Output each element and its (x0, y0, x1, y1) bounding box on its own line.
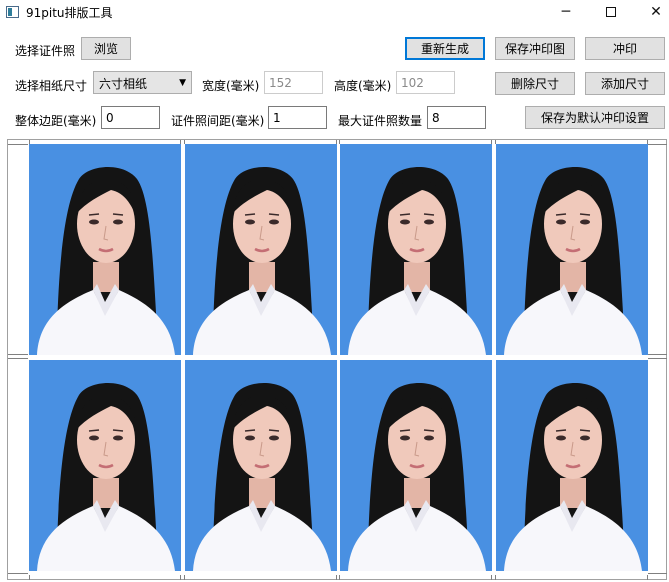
crop-mark (29, 575, 30, 580)
crop-mark (491, 575, 492, 580)
minimize-icon: ─ (561, 4, 571, 20)
crop-mark (8, 573, 28, 574)
window-title: 91pitu排版工具 (26, 6, 113, 20)
spacing-field[interactable] (268, 106, 327, 129)
maximize-button[interactable] (588, 0, 634, 24)
browse-button[interactable]: 浏览 (81, 37, 131, 60)
title-bar: 91pitu排版工具 ─ ✕ (0, 0, 669, 26)
add-size-button[interactable]: 添加尺寸 (585, 72, 665, 95)
paper-size-select[interactable]: 六寸相纸 ▼ (93, 71, 192, 94)
crop-mark (180, 140, 181, 144)
crop-mark (8, 354, 28, 355)
layout-preview (7, 139, 667, 580)
regenerate-button[interactable]: 重新生成 (405, 37, 485, 60)
save-default-settings-button[interactable]: 保存为默认冲印设置 (525, 106, 665, 129)
max-count-label: 最大证件照数量 (338, 114, 423, 128)
height-label: 高度(毫米) (334, 79, 392, 93)
spacing-label: 证件照间距(毫米) (171, 114, 265, 128)
crop-mark (180, 575, 181, 580)
id-photo (340, 144, 492, 355)
crop-mark (648, 358, 667, 359)
app-icon (6, 6, 19, 18)
paper-size-label: 选择相纸尺寸 (15, 79, 88, 93)
print-button[interactable]: 冲印 (585, 37, 665, 60)
crop-mark (647, 575, 648, 580)
crop-mark (339, 575, 340, 580)
id-photo (184, 359, 337, 571)
crop-mark (8, 358, 28, 359)
crop-mark (491, 140, 492, 144)
crop-mark (184, 575, 185, 580)
crop-mark (336, 575, 337, 580)
save-print-image-button[interactable]: 保存冲印图 (495, 37, 575, 60)
margin-field[interactable] (101, 106, 160, 129)
width-label: 宽度(毫米) (202, 79, 260, 93)
id-photo (29, 144, 181, 355)
id-photo (184, 144, 337, 355)
crop-mark (184, 140, 185, 144)
crop-mark (8, 144, 28, 145)
crop-mark (648, 573, 667, 574)
close-icon: ✕ (650, 4, 662, 20)
crop-mark (647, 140, 648, 144)
margin-label: 整体边距(毫米) (15, 114, 97, 128)
max-count-field[interactable] (427, 106, 486, 129)
close-button[interactable]: ✕ (633, 0, 669, 24)
id-photo (340, 359, 492, 571)
id-photo (29, 359, 181, 571)
crop-mark (648, 144, 667, 145)
crop-mark (29, 140, 30, 144)
height-field[interactable] (396, 71, 455, 94)
delete-size-button[interactable]: 删除尺寸 (495, 72, 575, 95)
paper-size-value: 六寸相纸 (99, 77, 148, 91)
crop-mark (495, 575, 496, 580)
id-photo (495, 144, 648, 355)
crop-mark (336, 140, 337, 144)
maximize-icon (606, 7, 616, 17)
minimize-button[interactable]: ─ (543, 0, 589, 24)
id-photo (495, 359, 648, 571)
chevron-down-icon: ▼ (179, 78, 186, 88)
select-photo-label: 选择证件照 (15, 44, 76, 58)
width-field[interactable] (264, 71, 323, 94)
crop-mark (648, 354, 667, 355)
crop-mark (495, 140, 496, 144)
crop-mark (339, 140, 340, 144)
